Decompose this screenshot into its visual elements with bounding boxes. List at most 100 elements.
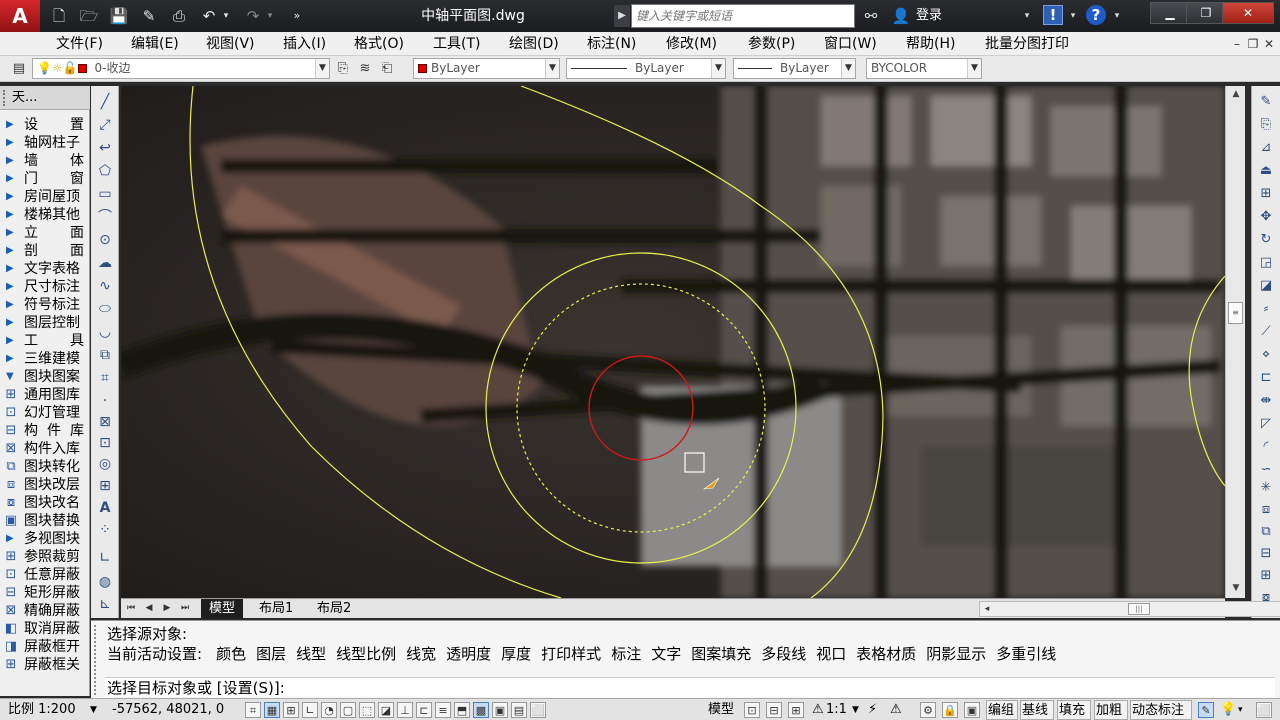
exchange-icon[interactable]: ! [1043, 5, 1063, 25]
status-toggle-button[interactable]: 编组 [986, 700, 1018, 720]
layer-match-icon[interactable]: ≋ [356, 60, 374, 78]
revision-cloud-icon[interactable]: ☁ [95, 253, 115, 273]
first-tab-icon[interactable]: ⏮ [124, 601, 138, 616]
palette-item[interactable]: ▶ 墙体 [0, 152, 90, 170]
palette-item[interactable]: ⊟ 构件库 [0, 422, 90, 440]
binoculars-icon[interactable]: ⚯ [860, 5, 882, 27]
palette-item[interactable]: ⊞ 通用图库 [0, 386, 90, 404]
menu-window[interactable]: 窗口(W) [824, 32, 877, 56]
save-icon[interactable]: 💾 [108, 6, 130, 26]
ellipse-tool-icon[interactable]: ⬭ [95, 299, 115, 319]
join-tool-icon[interactable]: ⇼ [1256, 391, 1276, 411]
array-tool-icon[interactable]: ⊞ [1256, 184, 1276, 204]
palette-item[interactable]: ⧉ 图块转化 [0, 458, 90, 476]
scale-tool-icon[interactable]: ◲ [1256, 253, 1276, 273]
linetype-dropdown[interactable]: ByLayer ▼ [566, 58, 726, 79]
vertical-scrollbar[interactable]: ▲ ≡ ▼ [1225, 86, 1245, 598]
palette-item[interactable]: ⊞ 参照裁剪 [0, 548, 90, 566]
undo-icon[interactable]: ↶ [198, 6, 220, 26]
menu-tools[interactable]: 工具(T) [433, 32, 480, 56]
linetype-dropdown-arrow[interactable]: ▼ [711, 59, 725, 78]
snap-mode-icon[interactable]: ▦ [264, 702, 280, 718]
menu-help[interactable]: 帮助(H) [906, 32, 955, 56]
help-icon[interactable]: ? [1086, 5, 1106, 25]
chamfer-tool-icon[interactable]: ◸ [1256, 414, 1276, 434]
palette-item[interactable]: ⊡ 任意屏蔽 [0, 566, 90, 584]
palette-item[interactable]: ▶ 设置 [0, 116, 90, 134]
palette-item[interactable]: ▶ 三维建模 [0, 350, 90, 368]
ellipse-arc-icon[interactable]: ◡ [95, 322, 115, 342]
restore-button[interactable]: ❐ [1186, 2, 1226, 24]
palette-item[interactable]: ⊠ 构件入库 [0, 440, 90, 458]
layer-dropdown-arrow[interactable]: ▼ [315, 59, 329, 78]
move-tool-icon[interactable]: ✥ [1256, 207, 1276, 227]
insert-block-icon[interactable]: ⧉ [95, 345, 115, 365]
palette-item[interactable]: ◧ 取消屏蔽 [0, 620, 90, 638]
menu-format[interactable]: 格式(O) [354, 32, 404, 56]
copy-tool-icon[interactable]: ⎘ [1256, 115, 1276, 135]
explode-tool-icon[interactable]: ✳ [1256, 478, 1276, 498]
hardware-acceleration-icon[interactable]: ▣ [964, 702, 980, 718]
palette-item[interactable]: ⊟ 矩形屏蔽 [0, 584, 90, 602]
object-snap-icon[interactable]: ▢ [340, 702, 356, 718]
palette-item[interactable]: ▶ 轴网柱子 [0, 134, 90, 152]
bring-to-front-icon[interactable]: ⧈ [1256, 500, 1276, 520]
palette-item[interactable]: ⧇ 图块改名 [0, 494, 90, 512]
quick-properties-icon[interactable]: ▩ [473, 702, 489, 718]
tab-layout2[interactable]: 布局2 [309, 599, 359, 619]
break-tool-icon[interactable]: ⊏ [1256, 368, 1276, 388]
layout-view-icon[interactable]: ⊡ [744, 702, 760, 718]
palette-item[interactable]: ▶ 文字表格 [0, 260, 90, 278]
stretch-tool-icon[interactable]: ◪ [1256, 276, 1276, 296]
palette-item[interactable]: ⧈ 图块改层 [0, 476, 90, 494]
palette-item[interactable]: ▶ 剖面 [0, 242, 90, 260]
tab-layout1[interactable]: 布局1 [251, 599, 301, 619]
menu-insert[interactable]: 插入(I) [283, 32, 326, 56]
lineweight-toggle-icon[interactable]: ≡ [435, 702, 451, 718]
lineweight-dropdown-arrow[interactable]: ▼ [841, 59, 855, 78]
status-toggle-button[interactable]: 加粗 [1094, 700, 1128, 720]
break-at-point-icon[interactable]: ⋄ [1256, 345, 1276, 365]
print-icon[interactable]: ⎙ [168, 6, 190, 26]
doc-restore-icon[interactable]: ❐ [1246, 36, 1260, 52]
erase-tool-icon[interactable]: ✎ [1256, 92, 1276, 112]
gradient-tool-icon[interactable]: ⊡ [95, 433, 115, 453]
save-as-icon[interactable]: ✎ [138, 6, 160, 26]
redo-icon[interactable]: ↷ [242, 6, 264, 26]
search-expand-icon[interactable]: ▶ [614, 5, 630, 27]
dim-angular-icon[interactable]: ∟ [95, 548, 115, 568]
color-dropdown-arrow[interactable]: ▼ [545, 59, 559, 78]
construction-line-icon[interactable]: ⤢ [95, 115, 115, 135]
point-tool-icon[interactable]: · [95, 391, 115, 411]
model-space-label[interactable]: 模型 [708, 699, 734, 720]
menu-file[interactable]: 文件(F) [56, 32, 103, 56]
palette-header[interactable]: 天... [0, 86, 90, 110]
bulb-icon[interactable]: 💡 [1220, 699, 1236, 720]
annotation-visibility-icon[interactable]: ⚡ [868, 699, 877, 720]
status-toggle-button[interactable]: 填充 [1057, 700, 1091, 720]
scale-indicator[interactable]: 比例 1:200 [8, 699, 76, 720]
infer-constraints-icon[interactable]: ⌗ [245, 702, 261, 718]
dynamic-ucs-icon[interactable]: ⊥ [397, 702, 413, 718]
menu-dimension[interactable]: 标注(N) [587, 32, 636, 56]
doc-close-icon[interactable]: ✕ [1262, 36, 1276, 52]
minimize-button[interactable]: ▁ [1150, 2, 1190, 24]
menu-batch-print[interactable]: 批量分图打印 [985, 32, 1069, 56]
status-menu-icon[interactable]: ▾ [1238, 699, 1243, 720]
add-selected-icon[interactable]: ⁘ [95, 520, 115, 540]
palette-item[interactable]: ▶ 立面 [0, 224, 90, 242]
lineweight-dropdown[interactable]: ByLayer ▼ [733, 58, 856, 79]
clean-screen-toggle-icon[interactable]: ⬜ [530, 702, 546, 718]
view-navigate-icon[interactable]: ◍ [95, 572, 115, 592]
palette-item[interactable]: ▶ 符号标注 [0, 296, 90, 314]
horizontal-scroll-thumb[interactable]: ||| [1128, 603, 1150, 615]
annotation-scale-icon[interactable]: ⚠ [812, 699, 824, 720]
plotstyle-dropdown-arrow[interactable]: ▼ [967, 59, 981, 78]
isolate-objects-icon[interactable]: ✎ [1198, 702, 1214, 718]
undo-dropdown-icon[interactable]: ▾ [220, 6, 232, 26]
scroll-left-arrow[interactable]: ◂ [980, 602, 994, 617]
help-dropdown-icon[interactable]: ▾ [1110, 5, 1124, 27]
palette-item[interactable]: ▶ 门窗 [0, 170, 90, 188]
blend-curves-icon[interactable]: ∽ [1256, 460, 1276, 480]
palette-item[interactable]: ⊠ 精确屏蔽 [0, 602, 90, 620]
